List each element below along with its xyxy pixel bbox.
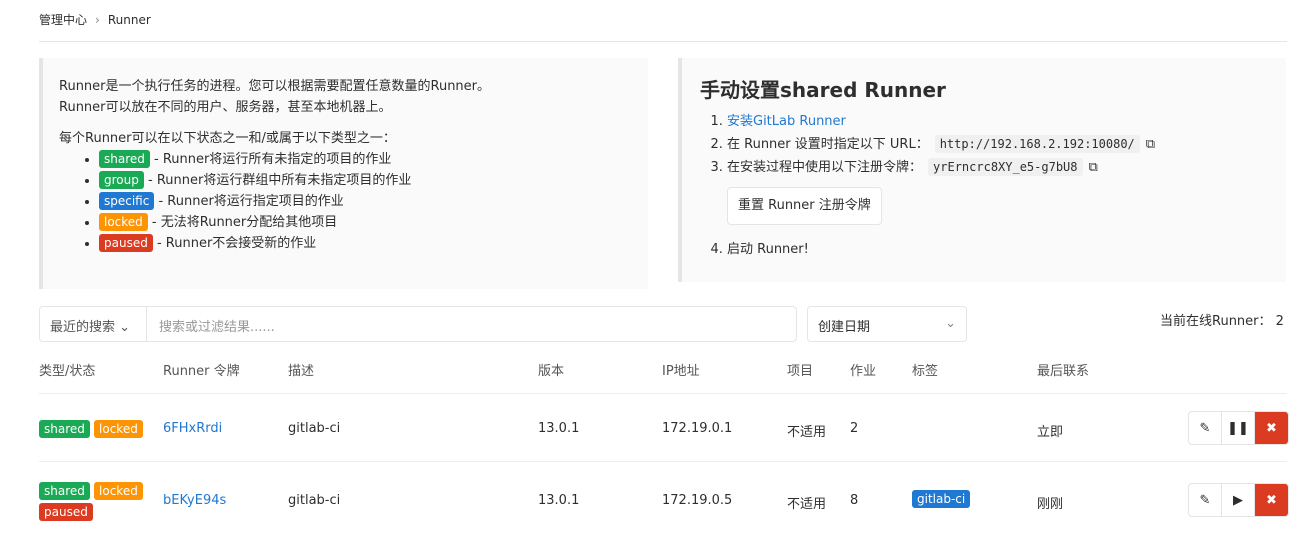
shared-badge: shared (99, 150, 150, 168)
shared-badge: shared (39, 482, 90, 500)
project: 不适用 (787, 497, 827, 512)
step-text: 在 Runner 设置时指定以下 URL： (727, 137, 929, 152)
group-badge: group (99, 171, 144, 189)
item-text: - Runner将运行所有未指定的项目的作业 (149, 152, 392, 167)
version: 13.0.1 (538, 421, 580, 436)
tag-badge: gitlab-ci (912, 490, 971, 508)
sort-label: 创建日期 (818, 320, 871, 335)
list-item: shared - Runner将运行所有未指定的项目的作业 (99, 149, 632, 170)
runner-token-link[interactable]: 6FHxRrdi (163, 421, 222, 436)
info-text: Runner可以放在不同的用户、服务器，甚至本地机器上。 (59, 100, 392, 115)
column-header: IP地址 (662, 364, 700, 379)
token-code: yrErncrc8XY_e5-g7bU8 (928, 158, 1083, 176)
search-input[interactable]: 搜索或过滤结果...... (147, 307, 796, 341)
list-item: specific - Runner将运行指定项目的作业 (99, 191, 632, 212)
jobs: 2 (850, 421, 859, 436)
last-contact: 刚刚 (1037, 497, 1064, 512)
edit-icon[interactable]: ✎ (1189, 412, 1222, 444)
copy-icon[interactable]: ⧉ (1146, 137, 1155, 152)
breadcrumb-admin[interactable]: 管理中心 (39, 13, 87, 27)
reset-token-button[interactable]: 重置 Runner 注册令牌 (727, 187, 882, 225)
play-icon[interactable]: ▶ (1222, 484, 1255, 516)
locked-badge: locked (99, 213, 148, 231)
item-text: - 无法将Runner分配给其他项目 (147, 215, 338, 230)
project: 不适用 (787, 425, 827, 440)
url-code: http://192.168.2.192:10080/ (934, 135, 1140, 153)
info-text: 每个Runner可以在以下状态之一和/或属于以下类型之一： (59, 131, 396, 146)
list-item: locked - 无法将Runner分配给其他项目 (99, 212, 632, 233)
item-text: - Runner将运行指定项目的作业 (154, 194, 344, 209)
edit-icon[interactable]: ✎ (1189, 484, 1222, 516)
specific-badge: specific (99, 192, 155, 210)
ip-address: 172.19.0.5 (662, 493, 733, 508)
item-text: - Runner将运行群组中所有未指定项目的作业 (143, 173, 412, 188)
install-runner-link[interactable]: 安装GitLab Runner (727, 114, 846, 129)
column-header: Runner 令牌 (163, 364, 240, 379)
table-row: shared locked paused bEKyE94s gitlab-ci 1… (39, 461, 1289, 541)
step-text: 启动 Runner! (727, 242, 809, 257)
manual-title: 手动设置shared Runner (700, 78, 946, 102)
jobs: 8 (850, 493, 859, 508)
last-contact: 立即 (1037, 425, 1064, 440)
info-text: Runner是一个执行任务的进程。您可以根据需要配置任意数量的Runner。 (59, 79, 491, 94)
runner-token-link[interactable]: bEKyE94s (163, 493, 226, 508)
column-header: 最后联系 (1037, 364, 1090, 379)
recent-label: 最近的搜索 (50, 320, 116, 335)
copy-icon[interactable]: ⧉ (1089, 160, 1098, 175)
manual-setup-panel: 手动设置shared Runner 安装GitLab Runner 在 Runn… (678, 58, 1286, 282)
column-header: 描述 (288, 364, 315, 379)
pause-icon[interactable]: ❚❚ (1222, 412, 1255, 444)
description: gitlab-ci (288, 493, 341, 508)
shared-badge: shared (39, 420, 90, 438)
column-header: 类型/状态 (39, 364, 96, 379)
step-text: 在安装过程中使用以下注册令牌： (727, 160, 923, 175)
column-header: 版本 (538, 364, 565, 379)
breadcrumb: 管理中心 › Runner (39, 13, 151, 27)
column-header: 作业 (850, 364, 877, 379)
sort-dropdown[interactable]: 创建日期 ⌄ (807, 306, 967, 342)
column-header: 项目 (787, 364, 814, 379)
column-header: 标签 (912, 364, 939, 379)
list-item: group - Runner将运行群组中所有未指定项目的作业 (99, 170, 632, 191)
version: 13.0.1 (538, 493, 580, 508)
breadcrumb-runner: Runner (107, 13, 151, 27)
paused-badge: paused (99, 234, 153, 252)
recent-searches-dropdown[interactable]: 最近的搜索 ⌄ (40, 307, 147, 341)
chevron-down-icon: ⌄ (119, 320, 131, 335)
divider (39, 41, 1287, 42)
description: gitlab-ci (288, 421, 341, 436)
locked-badge: locked (94, 482, 143, 500)
online-count: 当前在线Runner： 2 (1160, 314, 1284, 329)
item-text: - Runner不会接受新的作业 (152, 236, 317, 251)
filter-bar: 最近的搜索 ⌄ 搜索或过滤结果...... (39, 306, 797, 342)
locked-badge: locked (94, 420, 143, 438)
chevron-down-icon: ⌄ (945, 316, 956, 331)
remove-icon[interactable]: ✖ (1255, 484, 1288, 516)
remove-icon[interactable]: ✖ (1255, 412, 1288, 444)
ip-address: 172.19.0.1 (662, 421, 733, 436)
runner-info-panel: Runner是一个执行任务的进程。您可以根据需要配置任意数量的Runner。 R… (39, 58, 648, 289)
paused-badge: paused (39, 503, 93, 521)
table-row: shared locked 6FHxRrdi gitlab-ci 13.0.1 … (39, 393, 1289, 461)
list-item: paused - Runner不会接受新的作业 (99, 233, 632, 254)
